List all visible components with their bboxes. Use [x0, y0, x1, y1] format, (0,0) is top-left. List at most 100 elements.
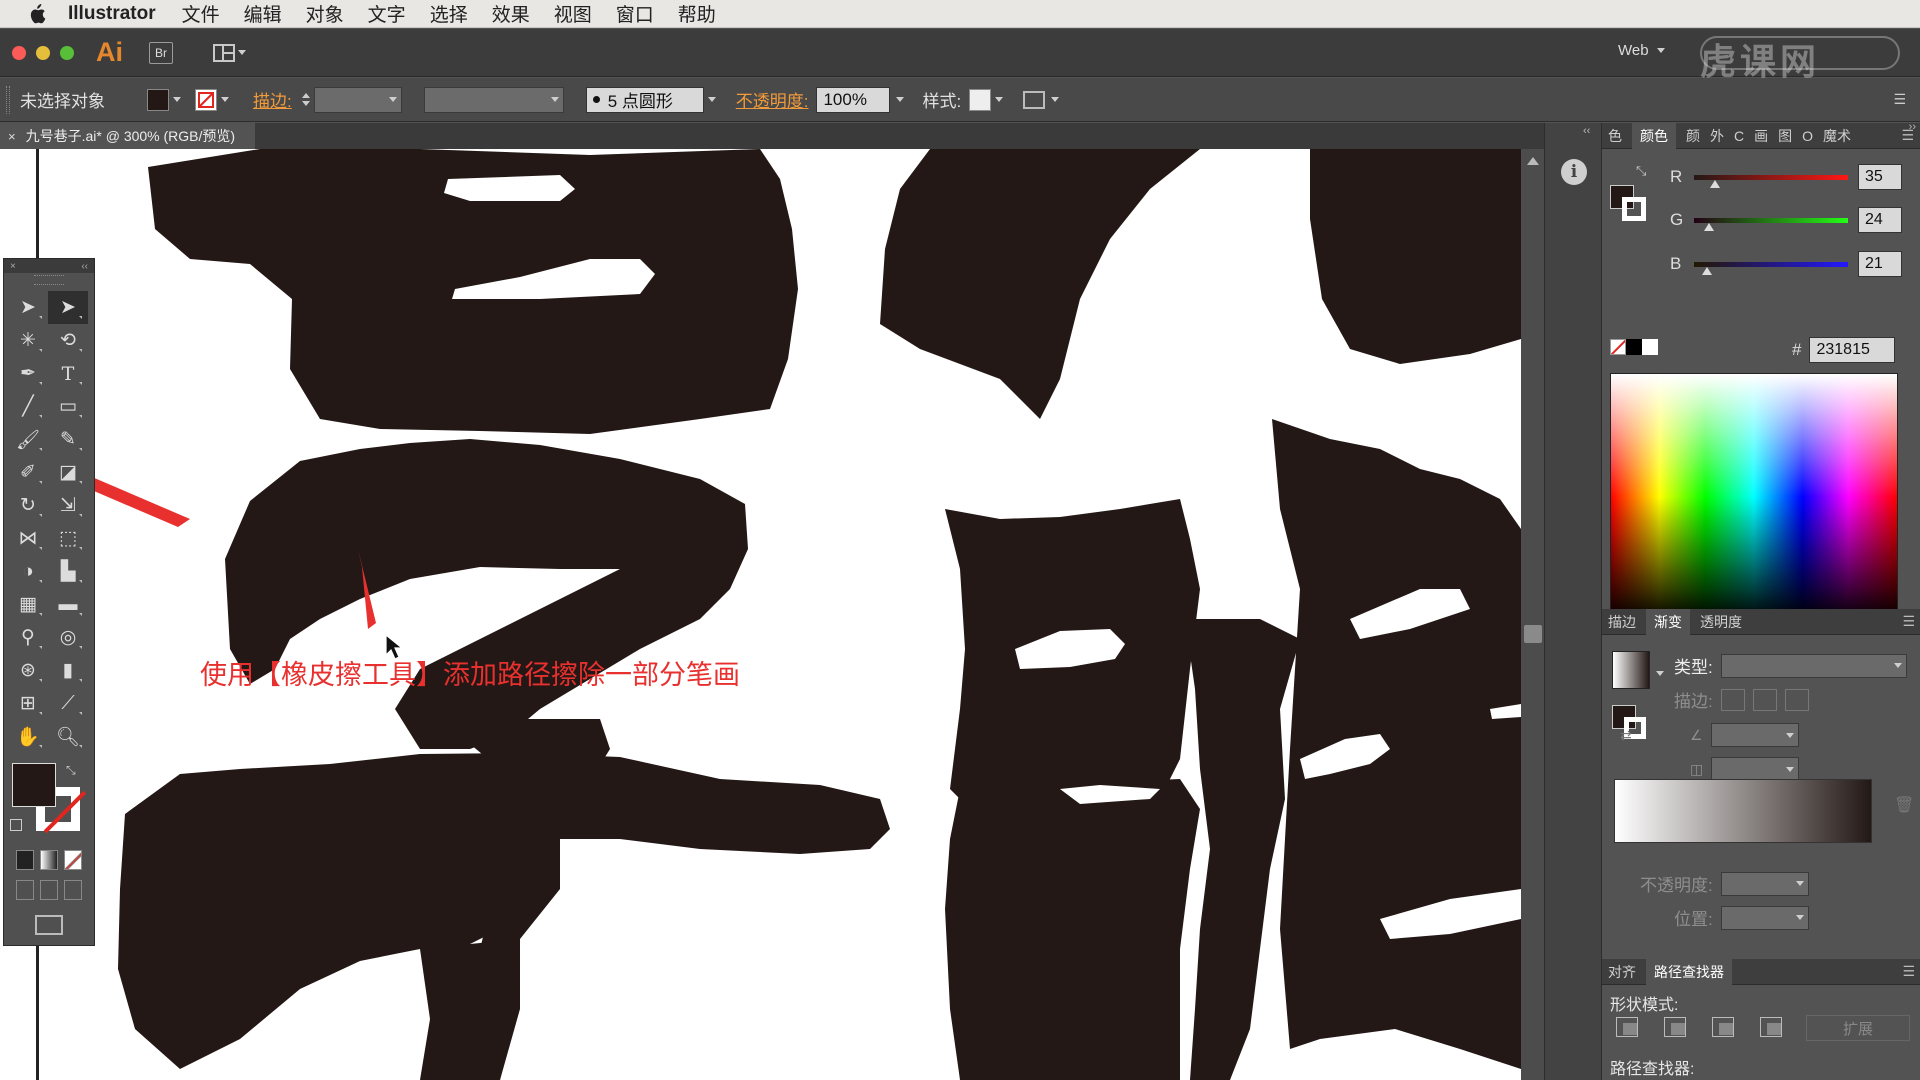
scroll-up-icon[interactable] [1527, 157, 1539, 165]
stroke-within-icon[interactable] [1720, 688, 1745, 711]
menu-type[interactable]: 文字 [368, 0, 406, 27]
slice-tool-icon[interactable]: ⟋ [48, 687, 88, 720]
eyedropper-tool-icon[interactable]: ⚲ [8, 621, 48, 654]
rectangle-tool-icon[interactable]: ▭ [48, 390, 88, 423]
stroke-along-icon[interactable] [1752, 688, 1777, 711]
eraser-tool-icon[interactable]: ◪ [48, 456, 88, 489]
menu-object[interactable]: 对象 [306, 0, 344, 27]
chevron-down-icon[interactable] [1656, 671, 1664, 676]
grip-handle[interactable] [6, 85, 10, 114]
info-panel-icon[interactable]: i [1561, 159, 1587, 185]
perspective-grid-tool-icon[interactable]: ▙ [48, 555, 88, 588]
none-color-icon[interactable] [1610, 339, 1626, 355]
red-value[interactable]: 35 [1858, 164, 1902, 190]
fill-swatch[interactable] [147, 88, 169, 111]
gradient-slider-bar[interactable] [1614, 779, 1872, 843]
blue-slider[interactable] [1694, 261, 1848, 275]
selection-tool-icon[interactable]: ➤ [8, 291, 48, 324]
none-mode-icon[interactable] [64, 850, 82, 870]
document-tab[interactable]: × 九号巷子.ai* @ 300% (RGB/预览) [0, 123, 255, 149]
scroll-thumb[interactable] [1524, 625, 1542, 643]
slider-knob[interactable] [1704, 222, 1714, 231]
slider-knob[interactable] [1710, 179, 1720, 188]
opacity-label[interactable]: 不透明度: [736, 87, 809, 112]
chevron-down-icon[interactable] [707, 97, 716, 102]
stroke-weight-dropdown[interactable] [313, 86, 402, 113]
exclude-icon[interactable] [1760, 1017, 1782, 1037]
mesh-tool-icon[interactable]: ▦ [8, 588, 48, 621]
tab-color-guide[interactable]: 颜 [1686, 126, 1700, 146]
variable-width-dropdown[interactable] [423, 86, 564, 113]
chevron-down-icon[interactable] [995, 97, 1004, 102]
tab-graphic-styles[interactable]: 图 [1778, 126, 1792, 146]
tab-symbols[interactable]: O [1802, 128, 1813, 144]
slider-knob[interactable] [1702, 266, 1712, 275]
swap-icon[interactable]: ⤡ [1636, 163, 1646, 179]
fill-color-box[interactable] [12, 763, 56, 807]
draw-behind-icon[interactable] [40, 880, 58, 900]
chevron-down-icon[interactable] [221, 97, 229, 102]
stroke-weight-stepper[interactable] [301, 93, 310, 106]
pencil-tool-icon[interactable]: ✎ [48, 423, 88, 456]
arrange-documents-button[interactable] [213, 43, 246, 62]
stroke-across-icon[interactable] [1784, 688, 1809, 711]
chevron-down-icon[interactable] [1051, 97, 1060, 102]
tools-panel-header[interactable]: × ‹‹ [4, 259, 94, 273]
tab-brushes[interactable]: 画 [1754, 126, 1768, 146]
close-panel-icon[interactable]: × [10, 261, 16, 272]
opacity-field[interactable]: 100% [816, 86, 891, 113]
lasso-tool-icon[interactable]: ⟲ [48, 324, 88, 357]
black-color-icon[interactable] [1626, 339, 1642, 355]
brush-definition-dropdown[interactable]: 5 点圆形 [585, 86, 704, 113]
gradient-thumbnail[interactable] [1612, 651, 1650, 689]
rotate-tool-icon[interactable]: ↻ [8, 489, 48, 522]
minimize-window-button[interactable] [36, 45, 50, 60]
tab-swatch-color[interactable]: 色 [1608, 126, 1622, 146]
menu-file[interactable]: 文件 [182, 0, 220, 27]
color-spectrum[interactable] [1610, 373, 1898, 621]
graphic-style-swatch[interactable] [969, 88, 992, 111]
workspace-switcher[interactable]: Web [1618, 42, 1665, 59]
magic-wand-tool-icon[interactable]: ✳ [8, 324, 48, 357]
expand-button[interactable]: 扩展 [1806, 1015, 1910, 1041]
gradient-type-dropdown[interactable] [1720, 653, 1907, 678]
blue-value[interactable]: 21 [1858, 251, 1902, 277]
draw-normal-icon[interactable] [16, 880, 34, 900]
artboard-tool-icon[interactable]: ⊞ [8, 687, 48, 720]
gradient-angle-dropdown[interactable] [1710, 723, 1799, 747]
shape-builder-tool-icon[interactable]: ◑ [8, 555, 48, 588]
tab-cc-libraries[interactable]: C [1734, 128, 1744, 144]
tab-appearance[interactable]: 外 [1710, 126, 1724, 146]
zoom-tool-icon[interactable]: 🔍︎ [48, 720, 88, 753]
green-value[interactable]: 24 [1858, 207, 1902, 233]
default-fill-stroke-icon[interactable] [10, 819, 22, 831]
blend-tool-icon[interactable]: ◎ [48, 621, 88, 654]
swap-fill-stroke-icon[interactable]: ⤡ [66, 763, 76, 778]
close-window-button[interactable] [12, 45, 26, 60]
color-mode-icon[interactable] [16, 850, 34, 870]
panel-menu-icon[interactable]: ☰ [1902, 963, 1915, 980]
tab-stroke[interactable]: 描边 [1608, 612, 1636, 632]
delete-stop-icon[interactable]: 🗑︎ [1894, 795, 1914, 815]
close-tab-icon[interactable]: × [8, 129, 16, 144]
tab-transparency[interactable]: 透明度 [1700, 612, 1742, 632]
gradient-aspect-dropdown[interactable] [1711, 757, 1800, 781]
gradient-opacity-dropdown[interactable] [1720, 871, 1809, 896]
white-color-icon[interactable] [1642, 339, 1658, 355]
panel-menu-icon[interactable]: ☰ [1893, 91, 1906, 108]
free-transform-tool-icon[interactable]: ⬚ [48, 522, 88, 555]
symbol-sprayer-tool-icon[interactable]: ⊛ [8, 654, 48, 687]
apple-icon[interactable] [24, 1, 50, 27]
menu-effect[interactable]: 效果 [492, 0, 530, 27]
gradient-mode-icon[interactable] [40, 850, 58, 870]
menu-window[interactable]: 窗口 [616, 0, 654, 27]
collapse-panel-icon[interactable]: ‹‹ [81, 261, 88, 272]
vertical-scrollbar[interactable] [1521, 149, 1544, 1080]
line-tool-icon[interactable]: ╱ [8, 390, 48, 423]
tab-align[interactable]: 对齐 [1608, 962, 1636, 982]
grip-handle[interactable] [34, 275, 64, 285]
type-tool-icon[interactable]: T [48, 357, 88, 390]
intersect-icon[interactable] [1712, 1017, 1734, 1037]
hex-value[interactable]: 231815 [1809, 337, 1896, 363]
color-stroke-box[interactable] [1622, 197, 1646, 221]
